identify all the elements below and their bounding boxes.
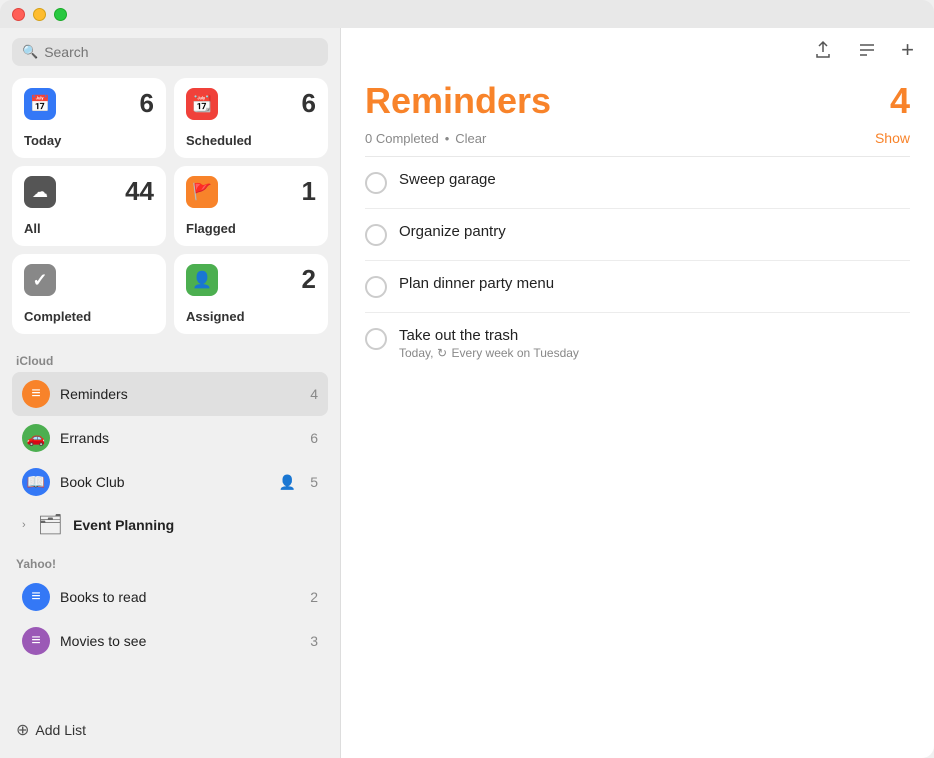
main-count: 4 <box>890 80 910 122</box>
all-label: All <box>24 221 154 236</box>
today-icon: 📅 <box>24 88 56 120</box>
reminder-list: Sweep garage Organize pantry Plan dinner… <box>341 157 934 758</box>
reminder-text-block: Sweep garage <box>399 171 496 188</box>
today-label: Today <box>24 133 154 148</box>
smart-list-today[interactable]: 📅 6 Today <box>12 78 166 158</box>
app-window: 🔍 📅 6 Today 📆 6 <box>0 28 934 758</box>
moviestosee-list-name: Movies to see <box>60 633 300 649</box>
assigned-count: 2 <box>302 264 316 295</box>
search-icon: 🔍 <box>22 44 38 60</box>
completed-icon: ✓ <box>24 264 56 296</box>
sidebar-item-moviestosee[interactable]: ≡ Movies to see 3 <box>12 619 328 663</box>
reminders-list-name: Reminders <box>60 386 300 402</box>
reminder-subtitle: Today, ↺ Every week on Tuesday <box>399 346 579 360</box>
flagged-count: 1 <box>302 176 316 207</box>
reminder-text-block: Organize pantry <box>399 223 506 240</box>
smart-list-completed[interactable]: ✓ Completed <box>12 254 166 334</box>
bookstoread-list-name: Books to read <box>60 589 300 605</box>
reminder-circle[interactable] <box>365 172 387 194</box>
reminder-item-plan-dinner[interactable]: Plan dinner party menu <box>365 261 910 313</box>
sidebar-item-bookclub[interactable]: 📖 Book Club 👤 5 <box>12 460 328 504</box>
list-options-button[interactable] <box>853 36 881 64</box>
moviestosee-list-count: 3 <box>310 633 318 649</box>
flagged-icon: 🚩 <box>186 176 218 208</box>
sidebar: 🔍 📅 6 Today 📆 6 <box>0 28 340 758</box>
yahoo-header: Yahoo! <box>12 557 328 571</box>
reminder-name: Organize pantry <box>399 223 506 240</box>
bookclub-list-name: Book Club <box>60 474 269 490</box>
add-list-icon: ⊕ <box>16 720 29 740</box>
show-button[interactable]: Show <box>875 130 910 146</box>
bookstoread-list-count: 2 <box>310 589 318 605</box>
reminder-name: Sweep garage <box>399 171 496 188</box>
close-button[interactable] <box>12 8 25 21</box>
eventplanning-list-name: Event Planning <box>73 517 318 533</box>
chevron-right-icon: › <box>22 519 26 531</box>
smart-list-scheduled[interactable]: 📆 6 Scheduled <box>174 78 328 158</box>
all-icon: ☁ <box>24 176 56 208</box>
smart-list-all[interactable]: ☁ 44 All <box>12 166 166 246</box>
bookclub-list-count: 5 <box>310 474 318 490</box>
share-button[interactable] <box>809 36 837 64</box>
reminder-circle[interactable] <box>365 276 387 298</box>
title-bar <box>0 0 934 28</box>
sidebar-item-bookstoread[interactable]: ≡ Books to read 2 <box>12 575 328 619</box>
today-count: 6 <box>140 88 154 119</box>
sidebar-item-eventplanning[interactable]: › 🗂 Event Planning <box>12 504 328 545</box>
add-list-button[interactable]: ⊕ Add List <box>12 712 328 748</box>
reminder-item-organize-pantry[interactable]: Organize pantry <box>365 209 910 261</box>
assigned-icon: 👤 <box>186 264 218 296</box>
completed-text: 0 Completed <box>365 131 439 146</box>
reminder-name: Plan dinner party menu <box>399 275 554 292</box>
errands-list-icon: 🚗 <box>22 424 50 452</box>
sidebar-item-reminders[interactable]: ≡ Reminders 4 <box>12 372 328 416</box>
all-count: 44 <box>125 176 154 207</box>
reminder-item-take-out-trash[interactable]: Take out the trash Today, ↺ Every week o… <box>365 313 910 374</box>
reminder-text-block: Plan dinner party menu <box>399 275 554 292</box>
toolbar: + <box>341 28 934 72</box>
minimize-button[interactable] <box>33 8 46 21</box>
reminders-list-icon: ≡ <box>22 380 50 408</box>
scheduled-count: 6 <box>302 88 316 119</box>
reminder-item-sweep-garage[interactable]: Sweep garage <box>365 157 910 209</box>
completed-bar: 0 Completed • Clear Show <box>341 126 934 156</box>
completed-label: Completed <box>24 309 154 324</box>
errands-list-count: 6 <box>310 430 318 446</box>
main-content: + Reminders 4 0 Completed • Clear Show S… <box>340 28 934 758</box>
icloud-header: iCloud <box>12 354 328 368</box>
bookclub-list-icon: 📖 <box>22 468 50 496</box>
maximize-button[interactable] <box>54 8 67 21</box>
reminder-circle[interactable] <box>365 328 387 350</box>
scheduled-label: Scheduled <box>186 133 316 148</box>
reminders-list-count: 4 <box>310 386 318 402</box>
smart-list-assigned[interactable]: 👤 2 Assigned <box>174 254 328 334</box>
assigned-label: Assigned <box>186 309 316 324</box>
add-list-label: Add List <box>35 722 86 738</box>
main-title: Reminders <box>365 80 551 122</box>
flagged-label: Flagged <box>186 221 316 236</box>
reminder-circle[interactable] <box>365 224 387 246</box>
sidebar-item-errands[interactable]: 🚗 Errands 6 <box>12 416 328 460</box>
shared-icon: 👤 <box>279 474 296 491</box>
search-bar[interactable]: 🔍 <box>12 38 328 66</box>
smart-list-flagged[interactable]: 🚩 1 Flagged <box>174 166 328 246</box>
bookstoread-list-icon: ≡ <box>22 583 50 611</box>
search-input[interactable] <box>44 44 318 60</box>
errands-list-name: Errands <box>60 430 300 446</box>
reminders-header: Reminders 4 <box>341 72 934 126</box>
smart-lists-grid: 📅 6 Today 📆 6 Scheduled ☁ <box>12 78 328 334</box>
folder-icon: 🗂 <box>38 512 63 537</box>
scheduled-icon: 📆 <box>186 88 218 120</box>
moviestosee-list-icon: ≡ <box>22 627 50 655</box>
reminder-text-block: Take out the trash Today, ↺ Every week o… <box>399 327 579 360</box>
reminder-name: Take out the trash <box>399 327 579 344</box>
clear-button[interactable]: Clear <box>455 131 486 146</box>
add-reminder-button[interactable]: + <box>897 33 918 67</box>
dot-separator: • <box>445 131 450 146</box>
